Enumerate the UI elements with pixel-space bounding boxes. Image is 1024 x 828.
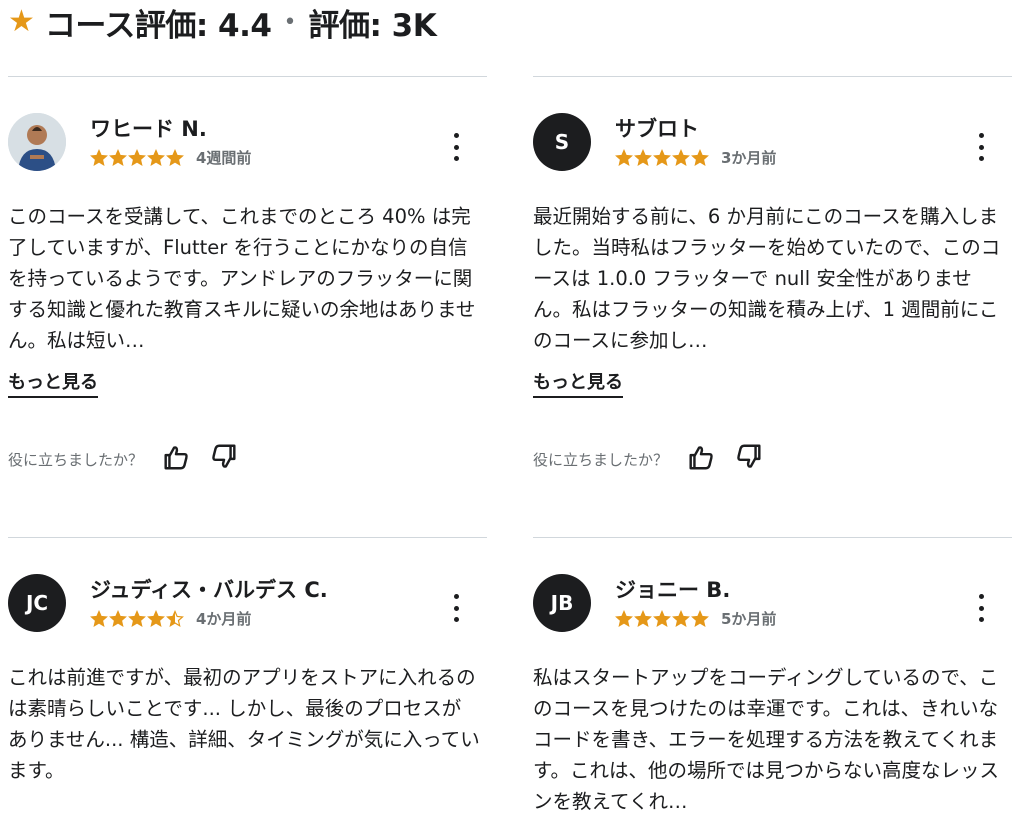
star-icon [90,148,108,166]
reviewer-name: サブロト [615,117,699,141]
star-icon [109,148,127,166]
see-more-link[interactable]: もっと見る [8,368,98,398]
rating-count-text: 評価: 3K [308,7,437,44]
star-icon [672,609,690,627]
star-icon [147,148,165,166]
review-date: 5か月前 [721,610,777,628]
star-icon [166,609,184,627]
more-options-icon[interactable] [976,133,986,161]
review-card: ワヒード N. 4週間前 このコースを受講して、これまでのところ 40% は完了… [8,76,487,476]
helpful-question: 役に立ちましたか？ [533,450,669,469]
star-icon [166,148,184,166]
review-date: 3か月前 [721,149,777,167]
star-icon [109,609,127,627]
star-icon [128,609,146,627]
star-icon [653,609,671,627]
more-options-icon[interactable] [976,594,986,622]
star-icon [615,148,633,166]
review-text: このコースを受講して、これまでのところ 40% は完了していますが、Flutte… [8,205,476,352]
reviewer-name: ジュディス・バルデス C. [90,578,328,602]
star-icon [672,148,690,166]
more-options-icon[interactable] [451,133,461,161]
review-text: 最近開始する前に、6 か月前にこのコースを購入しました。当時私はフラッターを始め… [533,205,1001,352]
course-rating-header: ★ コース評価: 4.4 • 評価: 3K [8,0,437,44]
star-rating [90,148,184,167]
review-card: S サブロト 3か月前 最近開始する前に、6 か月前にこのコースを購入しました。… [533,76,1012,476]
review-date: 4か月前 [196,610,252,628]
separator-dot: • [283,9,297,35]
star-rating [615,609,709,628]
star-icon [691,609,709,627]
thumbs-up-icon[interactable] [161,442,191,476]
star-icon [90,609,108,627]
see-more-link[interactable]: もっと見る [533,368,623,398]
thumbs-down-icon[interactable] [734,442,764,476]
thumbs-down-icon[interactable] [209,442,239,476]
avatar: JB [533,574,591,632]
avatar-photo-icon [8,113,66,171]
reviewer-name: ワヒード N. [90,117,207,141]
avatar [8,113,66,171]
reviewer-name: ジョニー B. [615,578,731,602]
star-rating [615,148,709,167]
review-text: 私はスタートアップをコーディングしているので、このコースを見つけたのは幸運です。… [533,666,1000,813]
thumbs-up-icon[interactable] [686,442,716,476]
helpful-question: 役に立ちましたか？ [8,450,144,469]
star-icon [653,148,671,166]
star-icon [634,148,652,166]
star-icon [147,609,165,627]
star-rating [90,609,184,628]
star-icon [128,148,146,166]
star-icon [691,148,709,166]
avatar: JC [8,574,66,632]
more-options-icon[interactable] [451,594,461,622]
review-date: 4週間前 [196,149,252,167]
review-card: JB ジョニー B. 5か月前 私はスタートアップをコーディングしているので、こ… [533,537,1012,817]
star-icon: ★ [8,4,35,39]
course-rating-text: コース評価: 4.4 [44,7,272,44]
review-text: これは前進ですが、最初のアプリをストアに入れるのは素晴らしいことです... しか… [8,666,480,782]
star-icon [615,609,633,627]
star-icon [634,609,652,627]
review-card: JC ジュディス・バルデス C. 4か月前 これは前進ですが、最初のアプリをスト… [8,537,487,817]
avatar: S [533,113,591,171]
